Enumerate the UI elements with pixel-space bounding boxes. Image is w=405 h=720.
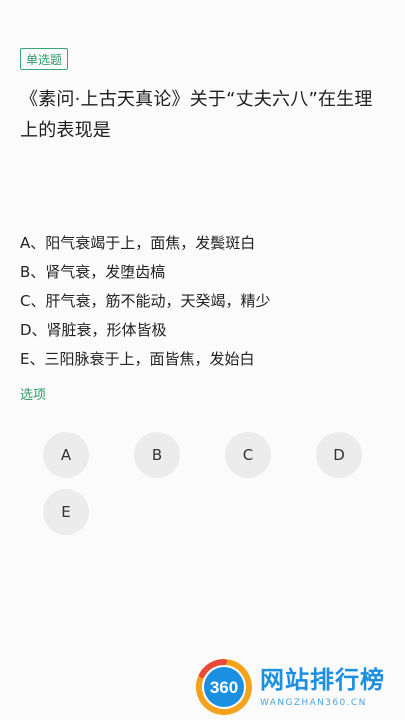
choice-button-c[interactable]: C — [225, 432, 271, 478]
answer-choices: A B C D E — [43, 432, 373, 535]
option-text-a: A、阳气衰竭于上，面焦，发鬓斑白 — [20, 234, 256, 252]
choice-button-d[interactable]: D — [316, 432, 362, 478]
option-text-d: D、肾脏衰，形体皆极 — [20, 321, 167, 339]
question-type-tag: 单选题 — [20, 48, 69, 70]
choice-button-e[interactable]: E — [43, 489, 89, 535]
watermark-title: 网站排行榜 — [260, 666, 385, 694]
option-list: A、阳气衰竭于上，面焦，发鬓斑白 B、肾气衰，发堕齿槁 C、肝气衰，筋不能动，天… — [20, 229, 390, 374]
choice-button-a[interactable]: A — [43, 432, 89, 478]
question-text: 《素问·上古天真论》关于“丈夫六八”在生理上的表现是 — [20, 89, 373, 141]
watermark-logo-icon: 360 — [195, 658, 252, 715]
watermark-logo-text: 360 — [210, 678, 238, 697]
choice-button-b[interactable]: B — [134, 432, 180, 478]
watermark-subtitle: WANGZHAN360.CN — [260, 698, 367, 708]
site-watermark: 360 网站排行榜 WANGZHAN360.CN — [195, 658, 401, 716]
choices-section-label: 选项 — [20, 388, 47, 403]
option-text-e: E、三阳脉衰于上，面皆焦，发始白 — [20, 350, 255, 368]
option-text-b: B、肾气衰，发堕齿槁 — [20, 263, 166, 281]
option-text-c: C、肝气衰，筋不能动，天癸竭，精少 — [20, 292, 271, 310]
